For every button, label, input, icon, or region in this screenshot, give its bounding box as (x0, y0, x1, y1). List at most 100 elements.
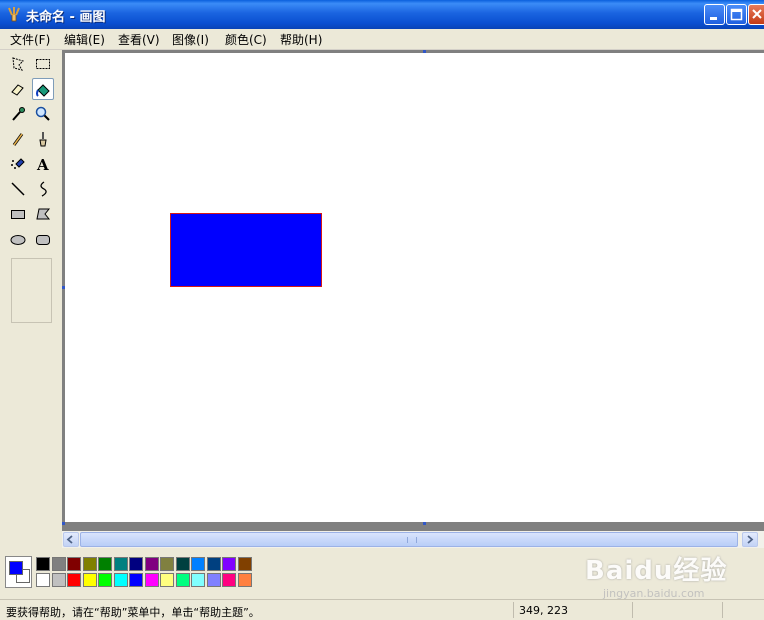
menu-view[interactable]: 查看(V) (116, 31, 162, 48)
palette-swatch[interactable] (222, 573, 236, 587)
pencil-icon (12, 133, 24, 146)
tool-text[interactable]: A (32, 153, 54, 175)
brush-icon (39, 132, 47, 147)
eraser-icon (11, 84, 24, 96)
tool-options-panel[interactable] (11, 258, 52, 323)
baidu-watermark: Baidu经验 jingyan.baidu.com (585, 550, 727, 600)
rectangle-icon (11, 210, 25, 219)
palette-swatch[interactable] (206, 573, 221, 587)
palette-swatch[interactable] (113, 557, 128, 571)
palette-swatch[interactable] (144, 557, 159, 571)
palette-swatch[interactable] (67, 557, 81, 571)
palette-swatch[interactable] (160, 557, 174, 571)
canvas-resize-handle-corner[interactable] (62, 522, 65, 525)
canvas-workspace (62, 50, 764, 531)
rounded-rect-icon (36, 235, 50, 245)
tool-rounded-rect[interactable] (32, 228, 54, 250)
ellipse-icon (10, 235, 26, 245)
palette-swatch[interactable] (51, 573, 66, 587)
tool-line[interactable] (7, 178, 29, 200)
tool-pencil[interactable] (7, 128, 29, 150)
maximize-icon (730, 8, 743, 21)
close-icon (752, 9, 762, 19)
line-icon (11, 182, 25, 196)
text-icon: A (36, 156, 49, 172)
status-separator (513, 602, 514, 618)
scroll-thumb[interactable] (80, 532, 738, 547)
current-colors-indicator[interactable] (5, 556, 32, 588)
cursor-coordinates: 349, 223 (519, 604, 568, 617)
palette-swatch[interactable] (237, 573, 252, 587)
palette-swatch[interactable] (206, 557, 221, 571)
tool-fill[interactable] (32, 78, 54, 100)
foreground-color-box (9, 561, 23, 575)
palette-swatch[interactable] (237, 557, 252, 571)
paint-app-icon (6, 6, 22, 22)
palette-swatch[interactable] (36, 557, 50, 571)
watermark-sub-text: jingyan.baidu.com (603, 587, 705, 600)
palette-swatch[interactable] (175, 573, 190, 587)
close-button[interactable] (748, 4, 764, 25)
scroll-right-button[interactable] (742, 532, 758, 547)
menu-edit[interactable]: 编辑(E) (62, 31, 107, 48)
palette-swatch[interactable] (82, 557, 97, 571)
palette-swatch[interactable] (129, 557, 143, 571)
palette-swatch[interactable] (113, 573, 128, 587)
palette-swatch[interactable] (160, 573, 174, 587)
palette-swatch[interactable] (144, 573, 159, 587)
palette-swatch[interactable] (98, 573, 112, 587)
free-select-icon (12, 57, 24, 71)
tool-rect-select[interactable] (32, 53, 54, 75)
tool-ellipse[interactable] (7, 228, 29, 250)
menu-help[interactable]: 帮助(H) (278, 31, 324, 48)
menu-file[interactable]: 文件(F) (8, 31, 52, 48)
canvas-resize-handle-left[interactable] (62, 286, 65, 289)
chevron-right-icon (747, 535, 754, 544)
scroll-left-button[interactable] (63, 532, 79, 547)
title-bar[interactable]: 未命名 - 画图 (0, 0, 764, 29)
palette-swatch[interactable] (51, 557, 66, 571)
minimize-button[interactable] (704, 4, 725, 25)
toolbox: A (0, 50, 62, 543)
tool-free-select[interactable] (7, 53, 29, 75)
minimize-icon (710, 17, 717, 20)
canvas-resize-handle-bottom[interactable] (423, 522, 426, 525)
palette-swatch[interactable] (175, 557, 190, 571)
drawn-blue-rectangle[interactable] (170, 213, 322, 287)
status-help-text: 要获得帮助，请在“帮助”菜单中，单击“帮助主题”。 (6, 606, 260, 619)
palette-swatch[interactable] (222, 557, 236, 571)
palette-swatch[interactable] (191, 557, 205, 571)
polygon-icon (36, 208, 51, 220)
horizontal-scrollbar[interactable] (62, 531, 764, 548)
palette-swatch[interactable] (82, 573, 97, 587)
scroll-grip (407, 537, 417, 543)
tool-rectangle[interactable] (7, 203, 29, 225)
tool-magnifier[interactable] (32, 103, 54, 125)
tool-polygon[interactable] (32, 203, 54, 225)
color-picker-icon (12, 107, 25, 121)
drawing-canvas[interactable] (65, 53, 764, 522)
palette-swatch[interactable] (129, 573, 143, 587)
maximize-button[interactable] (726, 4, 747, 25)
airbrush-icon (11, 158, 25, 169)
tool-airbrush[interactable] (7, 153, 29, 175)
canvas-resize-handle-top[interactable] (423, 50, 426, 53)
menu-bar: 文件(F) 编辑(E) 查看(V) 图像(I) 颜色(C) 帮助(H) (0, 29, 764, 50)
chevron-left-icon (66, 535, 73, 544)
tool-curve[interactable] (32, 178, 54, 200)
status-separator (632, 602, 633, 618)
tool-brush[interactable] (32, 128, 54, 150)
tool-color-picker[interactable] (7, 103, 29, 125)
magnifier-icon (35, 106, 50, 121)
menu-color[interactable]: 颜色(C) (223, 31, 269, 48)
tool-eraser[interactable] (7, 78, 29, 100)
palette-swatch[interactable] (98, 557, 112, 571)
fill-bucket-icon (36, 84, 50, 97)
menu-image[interactable]: 图像(I) (170, 31, 211, 48)
window-title: 未命名 - 画图 (26, 10, 106, 25)
palette-swatch[interactable] (67, 573, 81, 587)
curve-icon (40, 181, 47, 197)
rect-select-icon (36, 59, 50, 69)
palette-swatch[interactable] (36, 573, 50, 587)
palette-swatch[interactable] (191, 573, 205, 587)
